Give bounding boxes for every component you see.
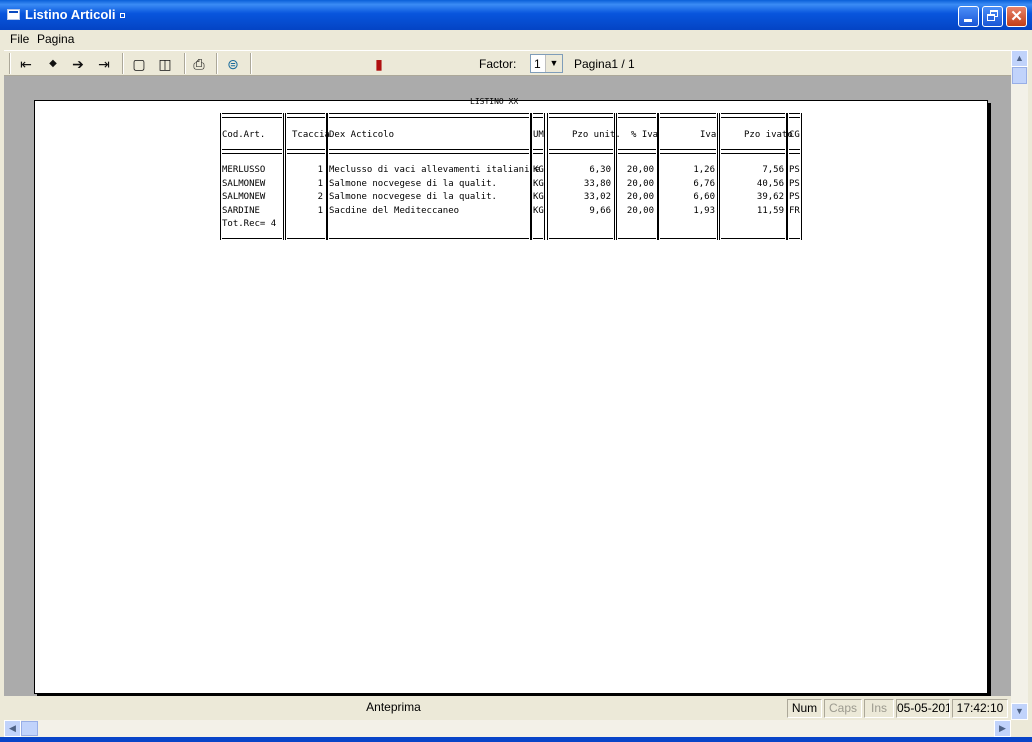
cell-cod: SARDINE bbox=[222, 206, 260, 216]
factor-dropdown[interactable]: 1 ▼ bbox=[530, 54, 563, 73]
cell-iva: 6,60 bbox=[693, 192, 715, 202]
cell-cg: PS bbox=[789, 165, 800, 175]
cell-piva: 20,00 bbox=[626, 165, 654, 175]
export-button[interactable]: ⊜ bbox=[222, 54, 244, 74]
two-page-button[interactable]: ◫ bbox=[154, 54, 176, 74]
prev-page-button[interactable]: ◆ bbox=[42, 54, 64, 74]
horizontal-scrollbar[interactable]: ◀ ▶ bbox=[4, 720, 1011, 737]
preview-area[interactable]: LISTINO XX Cod.Art. Tcaccia Dex Acticolo… bbox=[4, 76, 1011, 696]
report-title: LISTINO XX bbox=[470, 97, 519, 106]
toolbar-separator bbox=[216, 53, 218, 74]
last-page-button[interactable]: ⇥ bbox=[93, 54, 115, 74]
cell-cg: PS bbox=[789, 192, 800, 202]
header-cod: Cod.Art. bbox=[222, 130, 266, 140]
cell-cg: PS bbox=[789, 179, 800, 189]
header-iva: Iva bbox=[700, 130, 717, 140]
scroll-down-button[interactable]: ▼ bbox=[1011, 703, 1028, 720]
print-button[interactable]: ⎙ bbox=[188, 54, 210, 74]
header-pzo: Pzo unit. bbox=[572, 130, 621, 140]
cell-desc: Salmone nocvegese di la qualit. bbox=[329, 192, 497, 202]
cell-piva: 20,00 bbox=[626, 206, 654, 216]
next-page-button[interactable]: ➔ bbox=[67, 54, 89, 74]
window-title: Listino Articoli bbox=[25, 7, 116, 22]
cell-cod: SALMONEW bbox=[222, 192, 266, 202]
toolbar-separator bbox=[184, 53, 186, 74]
factor-label: Factor: bbox=[479, 57, 517, 71]
scroll-right-button[interactable]: ▶ bbox=[994, 720, 1011, 737]
status-time: 17:42:10 bbox=[952, 699, 1008, 718]
cell-cod: MERLUSSO bbox=[222, 165, 266, 175]
cell-ivato: 11,59 bbox=[756, 206, 784, 216]
status-caps: Caps bbox=[824, 699, 862, 718]
header-desc: Dex Acticolo bbox=[329, 130, 395, 140]
status-mode: Anteprima bbox=[366, 700, 421, 714]
cell-piva: 20,00 bbox=[626, 192, 654, 202]
menu-file[interactable]: File bbox=[10, 32, 29, 46]
menu-pagina[interactable]: Pagina bbox=[37, 32, 74, 46]
window-icon[interactable] bbox=[7, 9, 20, 20]
cell-pzo: 33,02 bbox=[583, 192, 611, 202]
toolbar-grip bbox=[9, 53, 11, 74]
header-cg: CG bbox=[789, 130, 800, 140]
cell-um: KG bbox=[533, 165, 544, 175]
chevron-down-icon[interactable]: ▼ bbox=[545, 55, 562, 72]
vertical-scrollbar[interactable]: ▲ ▼ bbox=[1011, 50, 1028, 720]
cell-iva: 6,76 bbox=[693, 179, 715, 189]
status-num: Num bbox=[787, 699, 822, 718]
toolbar-separator bbox=[122, 53, 124, 74]
app-window: Listino Articoli ✕ File Pagina ⇤ ◆ ➔ ⇥ ▢… bbox=[0, 0, 1032, 742]
restore-icon-front bbox=[987, 14, 995, 21]
title-bar[interactable]: Listino Articoli ✕ bbox=[0, 0, 1032, 30]
cell-um: KG bbox=[533, 192, 544, 202]
cell-cg: FR bbox=[789, 206, 800, 216]
header-piva: % Iva bbox=[631, 130, 659, 140]
cell-cod: SALMONEW bbox=[222, 179, 266, 189]
horizontal-scroll-thumb[interactable] bbox=[21, 721, 38, 736]
toolbar: ⇤ ◆ ➔ ⇥ ▢ ◫ ⎙ ⊜ ▮ Factor: 1 ▼ Pagina1 / … bbox=[4, 50, 1011, 76]
cell-traccia: 1 bbox=[317, 165, 323, 175]
factor-value: 1 bbox=[534, 57, 541, 71]
header-traccia: Tcaccia bbox=[292, 130, 330, 140]
cell-um: KG bbox=[533, 179, 544, 189]
menu-bar: File Pagina bbox=[4, 30, 1028, 49]
scroll-left-button[interactable]: ◀ bbox=[4, 720, 21, 737]
single-page-button[interactable]: ▢ bbox=[128, 54, 150, 74]
cell-um: KG bbox=[533, 206, 544, 216]
status-bar: Anteprima Num Caps Ins 05-05-2016 17:42:… bbox=[4, 696, 1011, 720]
total-records: Tot.Rec= 4 bbox=[222, 219, 277, 229]
cell-desc: Sacdine del Mediteccaneo bbox=[329, 206, 460, 216]
cell-traccia: 2 bbox=[317, 192, 323, 202]
status-date: 05-05-2016 bbox=[896, 699, 950, 718]
cell-ivato: 40,56 bbox=[756, 179, 784, 189]
minimize-icon bbox=[964, 19, 972, 22]
cell-ivato: 7,56 bbox=[762, 165, 784, 175]
close-button[interactable]: ✕ bbox=[1006, 6, 1027, 27]
header-um: UM bbox=[533, 130, 544, 140]
vertical-scroll-thumb[interactable] bbox=[1012, 67, 1027, 84]
scroll-up-button[interactable]: ▲ bbox=[1011, 50, 1028, 67]
header-ivato: Pzo ivato bbox=[744, 130, 793, 140]
first-page-button[interactable]: ⇤ bbox=[15, 54, 37, 74]
cell-piva: 20,00 bbox=[626, 179, 654, 189]
restore-button[interactable] bbox=[982, 6, 1003, 27]
cell-traccia: 1 bbox=[317, 179, 323, 189]
cell-pzo: 33,80 bbox=[583, 179, 611, 189]
page-indicator: Pagina1 / 1 bbox=[574, 57, 635, 71]
report-page: LISTINO XX Cod.Art. Tcaccia Dex Acticolo… bbox=[34, 97, 988, 694]
cell-traccia: 1 bbox=[317, 206, 323, 216]
cell-iva: 1,93 bbox=[693, 206, 715, 216]
cell-pzo: 9,66 bbox=[589, 206, 611, 216]
cell-desc: Salmone nocvegese di la qualit. bbox=[329, 179, 497, 189]
cell-desc: Meclusso di vaci allevamenti italiani e bbox=[329, 165, 541, 175]
cell-ivato: 39,62 bbox=[756, 192, 784, 202]
window-frame-bottom bbox=[0, 737, 1032, 742]
close-icon: ✕ bbox=[1010, 8, 1023, 25]
title-dot-icon bbox=[120, 13, 125, 18]
toolbar-separator bbox=[250, 53, 252, 74]
cell-iva: 1,26 bbox=[693, 165, 715, 175]
status-ins: Ins bbox=[864, 699, 894, 718]
cell-pzo: 6,30 bbox=[589, 165, 611, 175]
minimize-button[interactable] bbox=[958, 6, 979, 27]
exit-button[interactable]: ▮ bbox=[368, 54, 390, 74]
